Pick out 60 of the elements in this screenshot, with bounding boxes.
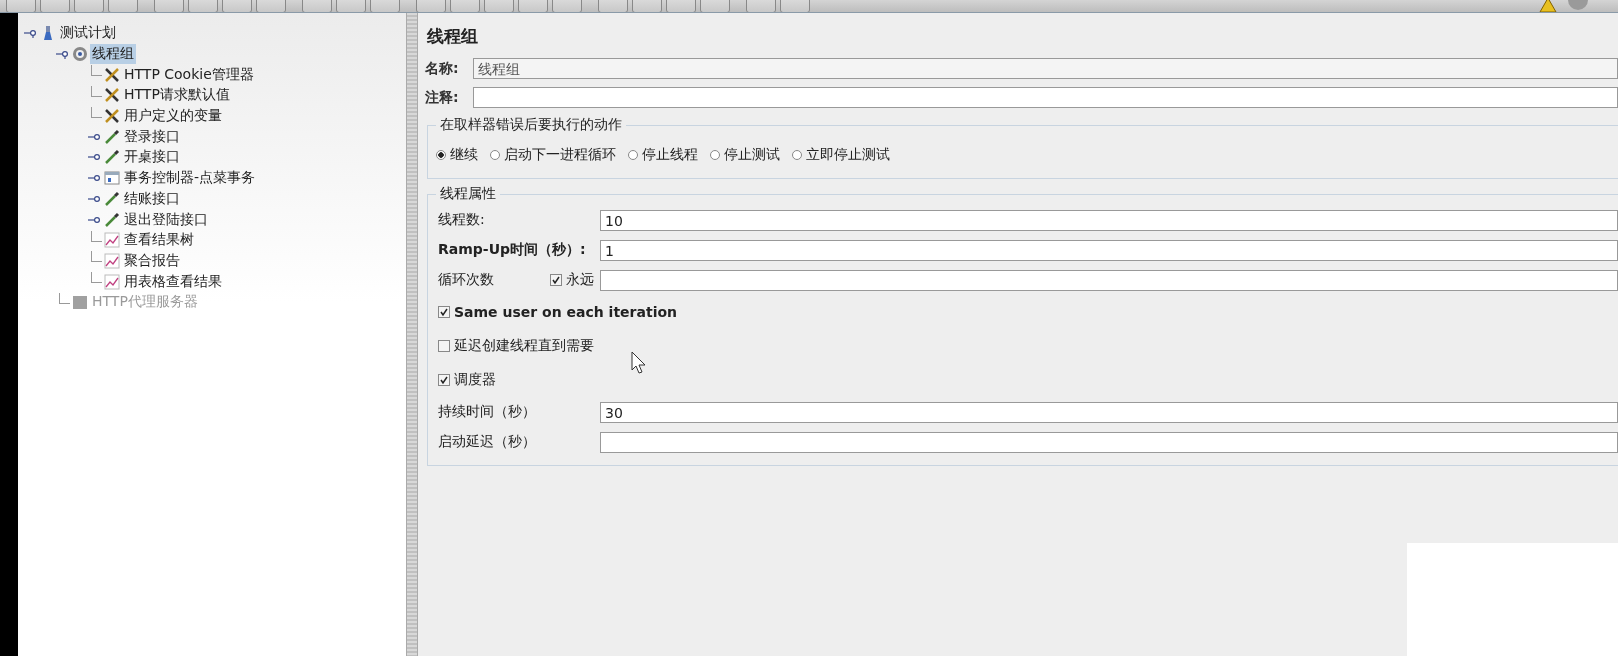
- checkbox-label[interactable]: 延迟创建线程直到需要: [454, 337, 594, 355]
- group-title: 线程属性: [439, 185, 497, 203]
- field-label: 注释:: [424, 88, 460, 107]
- collapsed-handle-icon[interactable]: [88, 152, 102, 163]
- mouse-cursor-icon: [631, 351, 647, 375]
- checkbox[interactable]: [550, 274, 562, 286]
- field-label: 线程数:: [437, 211, 486, 229]
- tree-item[interactable]: HTTP请求默认值: [122, 85, 232, 106]
- splitter[interactable]: [406, 13, 418, 656]
- radio-option[interactable]: 立即停止测试: [792, 146, 890, 164]
- collapsed-handle-icon[interactable]: [88, 193, 102, 204]
- tree-item[interactable]: 用表格查看结果: [122, 271, 224, 292]
- input-field[interactable]: [600, 269, 1618, 291]
- status-icon: [1568, 0, 1588, 12]
- comment-field[interactable]: [473, 87, 1618, 108]
- chart-icon: [103, 251, 121, 270]
- tree-item[interactable]: 退出登陆接口: [122, 209, 210, 230]
- field-label: Ramp-Up时间（秒）:: [437, 241, 587, 259]
- checkbox-label[interactable]: 调度器: [454, 371, 496, 389]
- collapsed-handle-icon[interactable]: [88, 131, 102, 142]
- checkbox[interactable]: [438, 374, 450, 386]
- checkbox[interactable]: [438, 340, 450, 352]
- collapsed-handle-icon[interactable]: [88, 173, 102, 184]
- panel-title: 线程组: [427, 25, 479, 48]
- tree-item[interactable]: 用户定义的变量: [122, 106, 224, 127]
- tree-item[interactable]: 聚合报告: [122, 250, 182, 271]
- tree-item[interactable]: HTTP Cookie管理器: [122, 64, 256, 85]
- radio-option[interactable]: 停止线程: [628, 146, 698, 164]
- wrench-icon: [103, 65, 121, 84]
- radio-option[interactable]: 停止测试: [710, 146, 780, 164]
- group-title: 在取样器错误后要执行的动作: [439, 116, 623, 134]
- tree-item[interactable]: 登录接口: [122, 126, 182, 147]
- tree-item[interactable]: 开桌接口: [122, 147, 182, 168]
- input-field[interactable]: 10: [600, 209, 1618, 231]
- tree-item[interactable]: 结账接口: [122, 188, 182, 209]
- radio-option[interactable]: 继续: [436, 146, 478, 164]
- checkbox[interactable]: [438, 306, 450, 318]
- input-field[interactable]: 1: [600, 239, 1618, 261]
- checkbox-label[interactable]: 永远: [566, 271, 594, 289]
- chart-icon: [103, 272, 121, 291]
- tree-item[interactable]: 事务控制器-点菜事务: [122, 168, 258, 189]
- field-label: 名称:: [424, 59, 460, 78]
- tree-item[interactable]: 查看结果树: [122, 230, 196, 251]
- input-field[interactable]: 30: [600, 401, 1618, 423]
- name-field[interactable]: 线程组: [473, 58, 1618, 79]
- warning-icon: [1538, 0, 1558, 12]
- field-label: 启动延迟（秒）: [437, 433, 537, 451]
- tree-item[interactable]: 测试计划: [58, 23, 118, 44]
- checkbox-label[interactable]: Same user on each iteration: [454, 304, 677, 320]
- chart-icon: [103, 231, 121, 250]
- expanded-handle-icon[interactable]: [56, 49, 70, 60]
- input-field[interactable]: [600, 431, 1618, 453]
- expanded-handle-icon[interactable]: [24, 28, 38, 39]
- tree-item[interactable]: 线程组: [90, 44, 136, 65]
- radio-option[interactable]: 启动下一进程循环: [490, 146, 616, 164]
- collapsed-handle-icon[interactable]: [88, 214, 102, 225]
- field-label: 持续时间（秒）: [437, 403, 537, 421]
- window-icon: [103, 169, 121, 188]
- field-label: 循环次数: [437, 271, 495, 289]
- square-icon: [71, 293, 89, 312]
